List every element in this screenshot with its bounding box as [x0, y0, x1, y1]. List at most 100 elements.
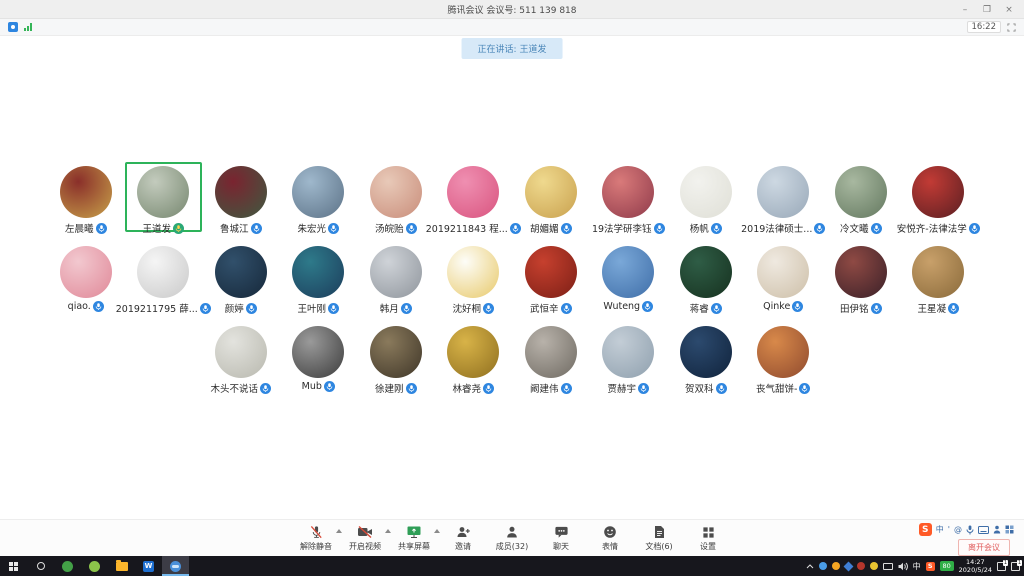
- participant-tile[interactable]: 武恒辛: [512, 242, 590, 315]
- maximize-button[interactable]: ❐: [976, 0, 998, 19]
- mic-icon: [483, 383, 494, 394]
- mic-icon: [716, 383, 727, 394]
- toolbar-label: 解除静音: [300, 541, 332, 552]
- participant-tile[interactable]: 王道发: [125, 162, 203, 232]
- blue-gem-icon[interactable]: [845, 563, 852, 570]
- participant-tile[interactable]: 19法学研李钰: [590, 162, 668, 235]
- toolbar-chat-button[interactable]: 聊天: [544, 525, 578, 552]
- participant-tile[interactable]: 田伊铭: [822, 242, 900, 315]
- toolbar-invite-button[interactable]: 邀请: [446, 525, 480, 552]
- file-explorer[interactable]: [108, 556, 135, 576]
- participant-tile[interactable]: 蒋睿: [667, 242, 745, 315]
- shield-icon[interactable]: [870, 562, 878, 570]
- participant-tile[interactable]: 2019211795 薛...: [125, 242, 203, 315]
- mic-icon: [260, 383, 271, 394]
- leave-meeting-button[interactable]: 离开会议: [958, 539, 1010, 556]
- participant-tile[interactable]: 颜婷: [202, 242, 280, 315]
- participant-tile[interactable]: 杨帆: [667, 162, 745, 235]
- notes-icon[interactable]: 1: [997, 562, 1006, 571]
- participant-name: 汤皖贻: [375, 221, 404, 235]
- volume-icon[interactable]: [898, 562, 908, 571]
- participant-name: 丧气甜饼-: [756, 381, 797, 395]
- toolbar-settings-button[interactable]: 设置: [691, 525, 725, 552]
- red-app-icon[interactable]: [857, 562, 865, 570]
- toolbar-emoji-button[interactable]: 表情: [593, 525, 627, 552]
- participant-tile[interactable]: 朱宏光: [280, 162, 358, 235]
- hidden-icons[interactable]: [806, 564, 814, 569]
- participant-name: 王星凝: [917, 301, 946, 315]
- sogou-tool-icon[interactable]: 中: [936, 524, 944, 535]
- orange-app-icon[interactable]: [832, 562, 840, 570]
- battery-indicator[interactable]: 80: [940, 561, 954, 571]
- fullscreen-icon[interactable]: [1007, 23, 1016, 32]
- participant-tile[interactable]: 韩月: [357, 242, 435, 315]
- participant-name: 徐建刚: [375, 381, 404, 395]
- tencent-meeting-app[interactable]: [162, 556, 189, 576]
- start-button[interactable]: [0, 556, 27, 576]
- participant-tile[interactable]: 沈好桐: [435, 242, 513, 315]
- app-w[interactable]: W: [135, 556, 162, 576]
- app-browser[interactable]: [81, 556, 108, 576]
- participant-tile[interactable]: 贺双科: [667, 322, 745, 395]
- minimize-button[interactable]: –: [954, 0, 976, 19]
- participant-tile[interactable]: 左晨曦: [47, 162, 125, 235]
- mic-icon: [251, 223, 262, 234]
- mic-icon: [711, 303, 722, 314]
- sogou-mic-icon[interactable]: [966, 525, 974, 535]
- avatar: [835, 166, 887, 218]
- participant-tile[interactable]: 王星凝: [900, 242, 978, 315]
- meeting-statusbar: 16:22: [0, 19, 1024, 36]
- participant-tile[interactable]: 冷文曦: [822, 162, 900, 235]
- participant-tile[interactable]: qiao.: [47, 242, 125, 315]
- participant-tile[interactable]: 胡媚媚: [512, 162, 590, 235]
- participant-tile[interactable]: Wuteng: [590, 242, 668, 315]
- sogou-tool-icon[interactable]: ': [948, 525, 950, 534]
- chevron-up-icon[interactable]: [385, 529, 391, 533]
- sogou-logo-icon[interactable]: S: [919, 523, 932, 536]
- toolbar-mic-button[interactable]: 解除静音: [299, 525, 333, 552]
- participant-tile[interactable]: 徐建刚: [357, 322, 435, 395]
- im-icon[interactable]: [819, 562, 827, 570]
- participant-tile[interactable]: 2019211843 程...: [435, 162, 513, 235]
- chevron-up-icon[interactable]: [434, 529, 440, 533]
- avatar: [912, 246, 964, 298]
- participant-name: 沈好桐: [452, 301, 481, 315]
- notification-icon[interactable]: 1: [1011, 562, 1020, 571]
- chevron-up-icon[interactable]: [336, 529, 342, 533]
- avatar: [137, 246, 189, 298]
- search-button[interactable]: [27, 556, 54, 576]
- participant-tile[interactable]: 鲁城江: [202, 162, 280, 235]
- display-icon[interactable]: [883, 563, 893, 570]
- participant-tile[interactable]: 王叶刚: [280, 242, 358, 315]
- sogou-keyboard-icon[interactable]: [978, 526, 989, 534]
- participant-tile[interactable]: 丧气甜饼-: [745, 322, 823, 395]
- close-button[interactable]: ×: [998, 0, 1020, 19]
- sogou-puzzle-icon[interactable]: [1005, 525, 1014, 534]
- participant-tile[interactable]: 2019法律硕士...: [745, 162, 823, 235]
- participant-row: 木头不说话 Mub 徐建刚 林睿尧: [0, 322, 1024, 395]
- participant-tile[interactable]: Qinke: [745, 242, 823, 315]
- mic-icon: [561, 303, 572, 314]
- sogou-icon[interactable]: S: [926, 562, 935, 571]
- taskbar-clock[interactable]: 14:27 2020/5/24: [959, 558, 992, 574]
- mic-icon: [711, 223, 722, 234]
- ime-indicator[interactable]: 中: [913, 561, 921, 572]
- participant-tile[interactable]: 安悦齐-法律法学: [900, 162, 978, 235]
- participant-tile[interactable]: 林睿尧: [435, 322, 513, 395]
- participant-tile[interactable]: 贾赫宇: [590, 322, 668, 395]
- toolbar-camera-button[interactable]: 开启视频: [348, 525, 382, 552]
- toolbar-docs-button[interactable]: 文档(6): [642, 525, 676, 552]
- participant-tile[interactable]: 阚建伟: [512, 322, 590, 395]
- sogou-tool-icon[interactable]: @: [954, 525, 962, 534]
- participant-tile[interactable]: 汤皖贻: [357, 162, 435, 235]
- participant-name: 王叶刚: [297, 301, 326, 315]
- sogou-person-icon[interactable]: [993, 525, 1001, 534]
- mic-icon: [406, 383, 417, 394]
- avatar: [292, 326, 344, 378]
- app-green[interactable]: [54, 556, 81, 576]
- participant-tile[interactable]: Mub: [280, 322, 358, 395]
- participant-tile[interactable]: 木头不说话: [202, 322, 280, 395]
- avatar: [370, 166, 422, 218]
- toolbar-members-button[interactable]: 成员(32): [495, 525, 529, 552]
- toolbar-screen-button[interactable]: 共享屏幕: [397, 525, 431, 552]
